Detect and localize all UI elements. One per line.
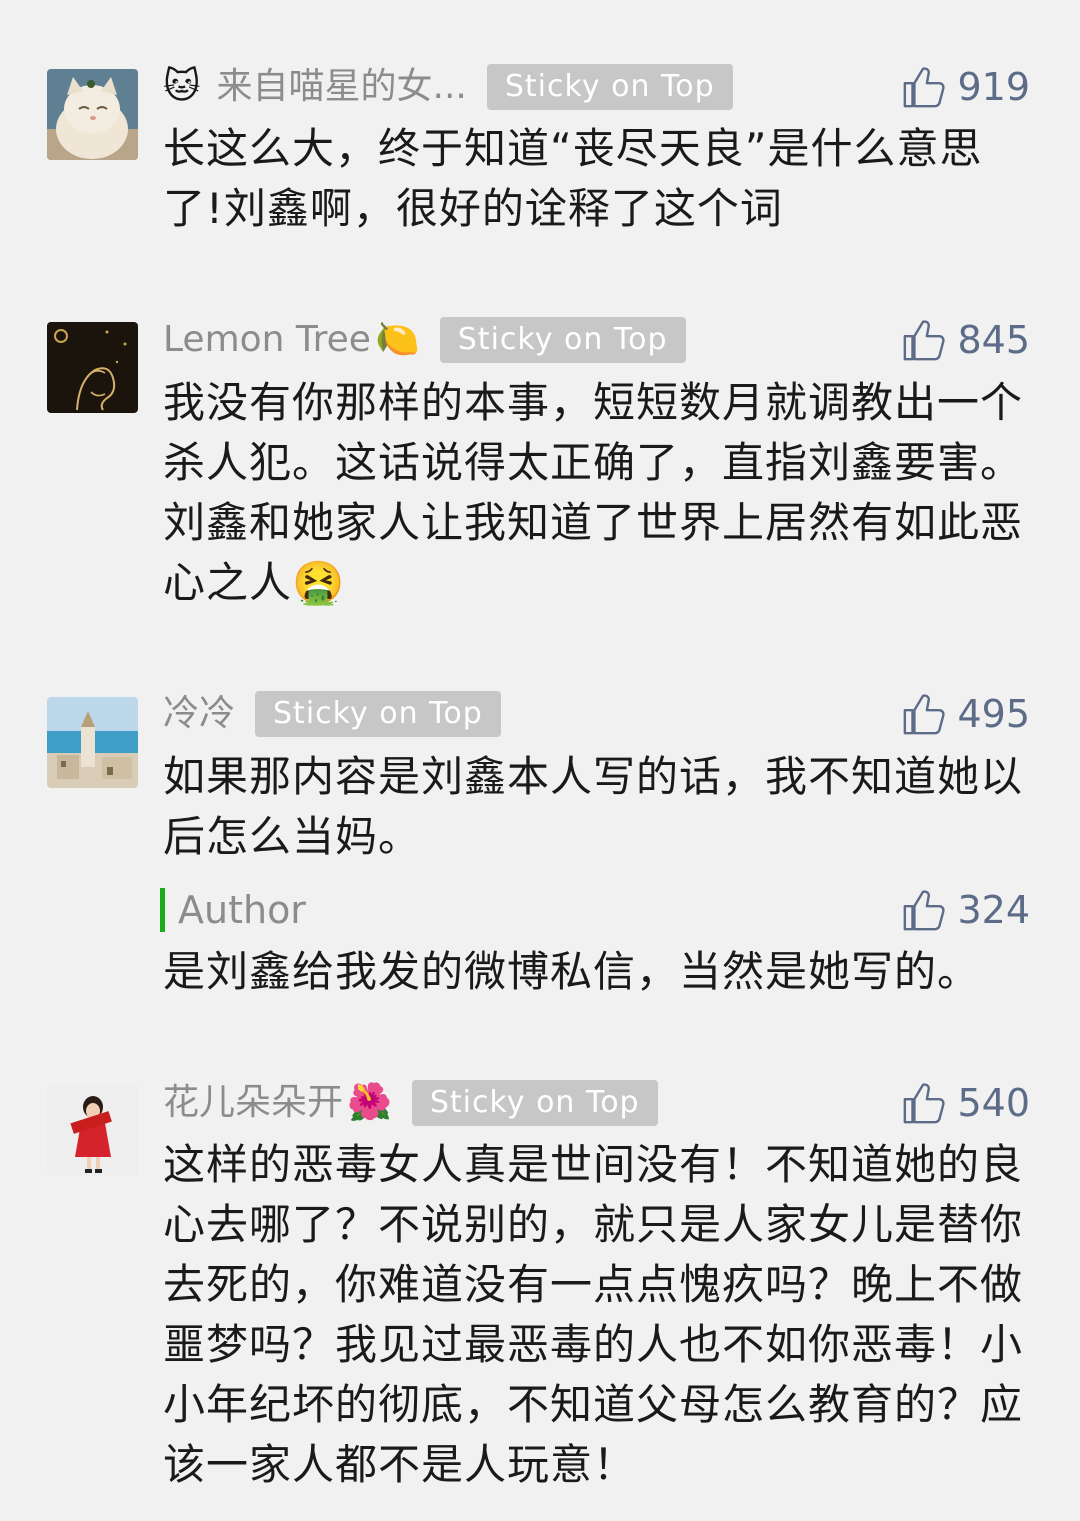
comment-text: 如果那内容是刘鑫本人写的话，我不知道她以后怎么当妈。 bbox=[163, 752, 1024, 861]
thumbs-up-icon bbox=[904, 1083, 946, 1124]
avatar[interactable] bbox=[47, 1085, 138, 1176]
like-button[interactable]: 845 bbox=[901, 314, 1030, 366]
comment-header: 花儿朵朵开 🌺 Sticky on Top 540 bbox=[163, 1077, 1030, 1129]
comment-header: 🐱 来自喵星的女... Sticky on Top 919 bbox=[163, 61, 1030, 113]
cat-face-icon: 🐱 bbox=[163, 66, 201, 107]
comment-header: 冷冷 Sticky on Top 495 bbox=[163, 688, 1030, 740]
sticky-badge: Sticky on Top bbox=[439, 317, 686, 363]
hibiscus-icon: 🌺 bbox=[347, 1082, 392, 1123]
nickname[interactable]: 来自喵星的女... bbox=[217, 61, 467, 113]
sticky-badge: Sticky on Top bbox=[411, 1080, 658, 1126]
comment-list: 🐱 来自喵星的女... Sticky on Top 919 长这么大，终于知道“… bbox=[0, 0, 1080, 1521]
comment-header: Lemon Tree 🍋 Sticky on Top 845 bbox=[163, 314, 1030, 366]
comment-text: 这样的恶毒女人真是世间没有！不知道她的良心去哪了？不说别的，就只是人家女儿是替你… bbox=[163, 1140, 1024, 1489]
like-button[interactable]: 495 bbox=[901, 688, 1030, 740]
like-button[interactable]: 540 bbox=[901, 1077, 1030, 1129]
lemon-icon: 🍋 bbox=[374, 319, 420, 360]
like-count: 495 bbox=[957, 692, 1030, 736]
nickname[interactable]: Lemon Tree bbox=[163, 314, 371, 366]
author-label: Author bbox=[178, 888, 306, 932]
nickname[interactable]: 冷冷 bbox=[163, 688, 235, 740]
avatar[interactable] bbox=[47, 322, 138, 413]
nickname[interactable]: 花儿朵朵开 bbox=[163, 1077, 343, 1129]
sticky-badge: Sticky on Top bbox=[255, 691, 501, 737]
thumbs-up-icon bbox=[904, 320, 946, 361]
author-reply-marker bbox=[160, 888, 165, 932]
reply-text: 是刘鑫给我发的微博私信，当然是她写的。 bbox=[163, 947, 981, 996]
like-button[interactable]: 919 bbox=[901, 61, 1030, 113]
comment-text: 长这么大，终于知道“丧尽天良”是什么意思了!刘鑫啊，很好的诠释了这个词 bbox=[163, 124, 983, 233]
like-count: 324 bbox=[957, 888, 1030, 932]
comment-text: 我没有你那样的本事，短短数月就调教出一个杀人犯。这话说得太正确了，直指刘鑫要害。… bbox=[163, 378, 1024, 607]
like-count: 919 bbox=[957, 65, 1030, 109]
like-count: 845 bbox=[957, 318, 1030, 362]
like-button[interactable]: 324 bbox=[901, 884, 1030, 936]
thumbs-up-icon bbox=[904, 67, 946, 108]
avatar[interactable] bbox=[47, 697, 138, 788]
sticky-badge: Sticky on Top bbox=[486, 64, 733, 110]
like-count: 540 bbox=[957, 1081, 1030, 1125]
thumbs-up-icon bbox=[904, 890, 946, 931]
thumbs-up-icon bbox=[904, 694, 946, 735]
avatar[interactable] bbox=[47, 69, 138, 160]
